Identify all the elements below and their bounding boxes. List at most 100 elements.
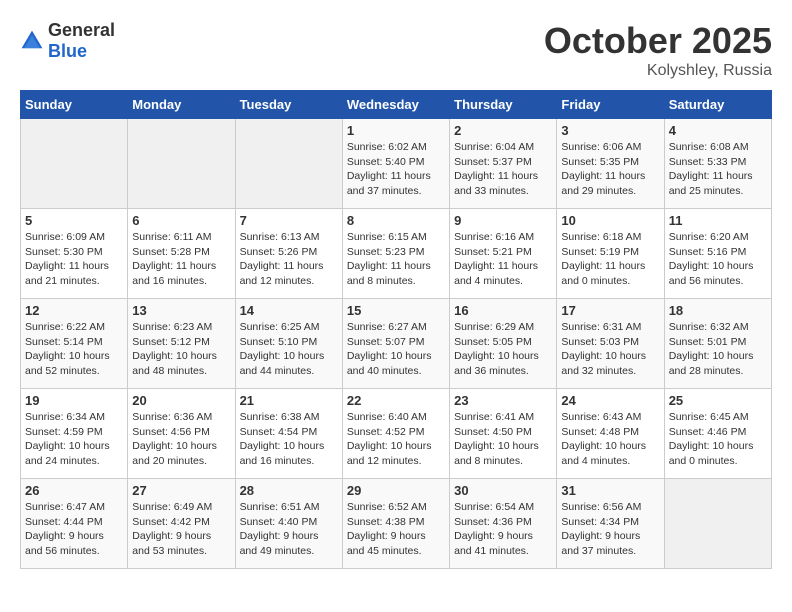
day-header-wednesday: Wednesday <box>342 91 449 119</box>
calendar-cell: 17 Sunrise: 6:31 AM Sunset: 5:03 PM Dayli… <box>557 299 664 389</box>
day-info: Sunrise: 6:34 AM Sunset: 4:59 PM Dayligh… <box>25 410 123 469</box>
calendar-cell: 2 Sunrise: 6:04 AM Sunset: 5:37 PM Daylig… <box>450 119 557 209</box>
day-number: 22 <box>347 393 445 408</box>
calendar-cell: 12 Sunrise: 6:22 AM Sunset: 5:14 PM Dayli… <box>21 299 128 389</box>
calendar-cell: 4 Sunrise: 6:08 AM Sunset: 5:33 PM Daylig… <box>664 119 771 209</box>
calendar-week-row: 26 Sunrise: 6:47 AM Sunset: 4:44 PM Dayli… <box>21 479 772 569</box>
calendar-cell: 11 Sunrise: 6:20 AM Sunset: 5:16 PM Dayli… <box>664 209 771 299</box>
calendar-cell: 28 Sunrise: 6:51 AM Sunset: 4:40 PM Dayli… <box>235 479 342 569</box>
day-number: 16 <box>454 303 552 318</box>
calendar-cell: 1 Sunrise: 6:02 AM Sunset: 5:40 PM Daylig… <box>342 119 449 209</box>
day-info: Sunrise: 6:41 AM Sunset: 4:50 PM Dayligh… <box>454 410 552 469</box>
calendar-cell: 5 Sunrise: 6:09 AM Sunset: 5:30 PM Daylig… <box>21 209 128 299</box>
calendar-week-row: 12 Sunrise: 6:22 AM Sunset: 5:14 PM Dayli… <box>21 299 772 389</box>
day-info: Sunrise: 6:25 AM Sunset: 5:10 PM Dayligh… <box>240 320 338 379</box>
day-number: 4 <box>669 123 767 138</box>
day-number: 6 <box>132 213 230 228</box>
day-number: 15 <box>347 303 445 318</box>
calendar-cell: 18Sunrise: 6:32 AM Sunset: 5:01 PM Dayli… <box>664 299 771 389</box>
day-info: Sunrise: 6:20 AM Sunset: 5:16 PM Dayligh… <box>669 230 767 289</box>
logo: General Blue <box>20 20 115 62</box>
day-number: 27 <box>132 483 230 498</box>
calendar-cell: 3 Sunrise: 6:06 AM Sunset: 5:35 PM Daylig… <box>557 119 664 209</box>
calendar-cell: 26 Sunrise: 6:47 AM Sunset: 4:44 PM Dayli… <box>21 479 128 569</box>
calendar-cell <box>21 119 128 209</box>
day-number: 26 <box>25 483 123 498</box>
day-info: Sunrise: 6:23 AM Sunset: 5:12 PM Dayligh… <box>132 320 230 379</box>
calendar-cell: 31Sunrise: 6:56 AM Sunset: 4:34 PM Dayli… <box>557 479 664 569</box>
day-number: 28 <box>240 483 338 498</box>
day-info: Sunrise: 6:49 AM Sunset: 4:42 PM Dayligh… <box>132 500 230 559</box>
day-number: 18 <box>669 303 767 318</box>
day-info: Sunrise: 6:31 AM Sunset: 5:03 PM Dayligh… <box>561 320 659 379</box>
calendar-cell: 15 Sunrise: 6:27 AM Sunset: 5:07 PM Dayli… <box>342 299 449 389</box>
day-info: Sunrise: 6:02 AM Sunset: 5:40 PM Dayligh… <box>347 140 445 199</box>
day-number: 25 <box>669 393 767 408</box>
logo-blue-text: Blue <box>48 41 87 61</box>
day-info: Sunrise: 6:56 AM Sunset: 4:34 PM Dayligh… <box>561 500 659 559</box>
header: General Blue October 2025 Kolyshley, Rus… <box>20 20 772 80</box>
calendar-cell: 16 Sunrise: 6:29 AM Sunset: 5:05 PM Dayli… <box>450 299 557 389</box>
day-number: 23 <box>454 393 552 408</box>
day-header-sunday: Sunday <box>21 91 128 119</box>
day-info: Sunrise: 6:47 AM Sunset: 4:44 PM Dayligh… <box>25 500 123 559</box>
day-number: 30 <box>454 483 552 498</box>
calendar-cell: 8 Sunrise: 6:15 AM Sunset: 5:23 PM Daylig… <box>342 209 449 299</box>
day-number: 2 <box>454 123 552 138</box>
day-number: 17 <box>561 303 659 318</box>
calendar-cell: 20 Sunrise: 6:36 AM Sunset: 4:56 PM Dayli… <box>128 389 235 479</box>
day-header-friday: Friday <box>557 91 664 119</box>
day-number: 20 <box>132 393 230 408</box>
day-info: Sunrise: 6:52 AM Sunset: 4:38 PM Dayligh… <box>347 500 445 559</box>
day-number: 10 <box>561 213 659 228</box>
calendar-cell: 9Sunrise: 6:16 AM Sunset: 5:21 PM Daylig… <box>450 209 557 299</box>
calendar-cell: 29Sunrise: 6:52 AM Sunset: 4:38 PM Dayli… <box>342 479 449 569</box>
day-number: 1 <box>347 123 445 138</box>
calendar-week-row: 5 Sunrise: 6:09 AM Sunset: 5:30 PM Daylig… <box>21 209 772 299</box>
day-info: Sunrise: 6:06 AM Sunset: 5:35 PM Dayligh… <box>561 140 659 199</box>
day-info: Sunrise: 6:27 AM Sunset: 5:07 PM Dayligh… <box>347 320 445 379</box>
day-info: Sunrise: 6:08 AM Sunset: 5:33 PM Dayligh… <box>669 140 767 199</box>
calendar-header-row: SundayMondayTuesdayWednesdayThursdayFrid… <box>21 91 772 119</box>
day-number: 8 <box>347 213 445 228</box>
day-header-monday: Monday <box>128 91 235 119</box>
calendar-cell: 10Sunrise: 6:18 AM Sunset: 5:19 PM Dayli… <box>557 209 664 299</box>
calendar-week-row: 1 Sunrise: 6:02 AM Sunset: 5:40 PM Daylig… <box>21 119 772 209</box>
day-number: 21 <box>240 393 338 408</box>
day-number: 7 <box>240 213 338 228</box>
day-info: Sunrise: 6:11 AM Sunset: 5:28 PM Dayligh… <box>132 230 230 289</box>
day-number: 11 <box>669 213 767 228</box>
day-info: Sunrise: 6:51 AM Sunset: 4:40 PM Dayligh… <box>240 500 338 559</box>
day-number: 13 <box>132 303 230 318</box>
day-header-thursday: Thursday <box>450 91 557 119</box>
day-info: Sunrise: 6:15 AM Sunset: 5:23 PM Dayligh… <box>347 230 445 289</box>
calendar-cell: 30Sunrise: 6:54 AM Sunset: 4:36 PM Dayli… <box>450 479 557 569</box>
day-info: Sunrise: 6:13 AM Sunset: 5:26 PM Dayligh… <box>240 230 338 289</box>
calendar-cell: 6 Sunrise: 6:11 AM Sunset: 5:28 PM Daylig… <box>128 209 235 299</box>
calendar-cell: 22 Sunrise: 6:40 AM Sunset: 4:52 PM Dayli… <box>342 389 449 479</box>
day-info: Sunrise: 6:04 AM Sunset: 5:37 PM Dayligh… <box>454 140 552 199</box>
calendar-cell: 13 Sunrise: 6:23 AM Sunset: 5:12 PM Dayli… <box>128 299 235 389</box>
day-number: 24 <box>561 393 659 408</box>
calendar-cell: 27 Sunrise: 6:49 AM Sunset: 4:42 PM Dayli… <box>128 479 235 569</box>
day-header-tuesday: Tuesday <box>235 91 342 119</box>
calendar-cell: 19 Sunrise: 6:34 AM Sunset: 4:59 PM Dayli… <box>21 389 128 479</box>
day-number: 5 <box>25 213 123 228</box>
title-area: October 2025 Kolyshley, Russia <box>544 20 772 80</box>
calendar-cell <box>128 119 235 209</box>
calendar-week-row: 19 Sunrise: 6:34 AM Sunset: 4:59 PM Dayli… <box>21 389 772 479</box>
month-title: October 2025 <box>544 20 772 62</box>
calendar-cell: 24Sunrise: 6:43 AM Sunset: 4:48 PM Dayli… <box>557 389 664 479</box>
day-info: Sunrise: 6:22 AM Sunset: 5:14 PM Dayligh… <box>25 320 123 379</box>
day-number: 3 <box>561 123 659 138</box>
day-info: Sunrise: 6:40 AM Sunset: 4:52 PM Dayligh… <box>347 410 445 469</box>
day-number: 19 <box>25 393 123 408</box>
day-info: Sunrise: 6:09 AM Sunset: 5:30 PM Dayligh… <box>25 230 123 289</box>
day-info: Sunrise: 6:36 AM Sunset: 4:56 PM Dayligh… <box>132 410 230 469</box>
day-number: 12 <box>25 303 123 318</box>
day-info: Sunrise: 6:16 AM Sunset: 5:21 PM Dayligh… <box>454 230 552 289</box>
day-number: 14 <box>240 303 338 318</box>
calendar-table: SundayMondayTuesdayWednesdayThursdayFrid… <box>20 90 772 569</box>
day-info: Sunrise: 6:29 AM Sunset: 5:05 PM Dayligh… <box>454 320 552 379</box>
calendar-cell: 14 Sunrise: 6:25 AM Sunset: 5:10 PM Dayli… <box>235 299 342 389</box>
